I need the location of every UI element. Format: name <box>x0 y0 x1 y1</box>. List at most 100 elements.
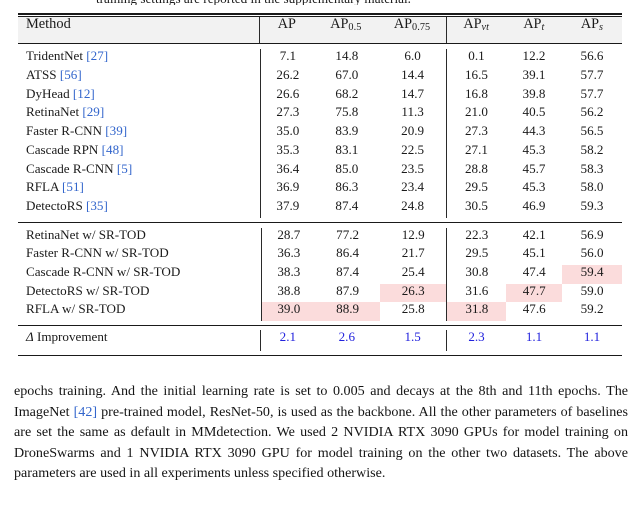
cell-ap: 36.4 <box>260 161 315 181</box>
column-header-apvt-sub: vt <box>481 22 490 34</box>
method-citation[interactable]: [27] <box>86 48 108 63</box>
column-header-ap75-label: AP <box>393 16 412 33</box>
cell-method: Cascade RPN [48] <box>18 142 261 162</box>
body-paragraph: epochs training. And the initial learnin… <box>14 381 628 484</box>
cell-aps: 57.7 <box>580 67 604 83</box>
improvement-group: Δ Improvement 2.1 2.6 1.5 2.3 1.1 1.1 <box>18 326 622 355</box>
cell-improvement-ap50: 2.6 <box>338 329 355 345</box>
table-row: RetinaNet w/ SR-TOD 28.7 77.2 12.9 22.3 42.1 5… <box>18 226 622 247</box>
cell-ap50: 87.4 <box>336 264 360 280</box>
cell-ap: 35.3 <box>260 142 315 162</box>
improvement-row: Δ Improvement 2.1 2.6 1.5 2.3 1.1 1.1 <box>18 329 622 352</box>
cell-method: Faster R-CNN w/ SR-TOD <box>18 246 262 265</box>
cell-ap: 36.3 <box>261 246 316 266</box>
cell-ap75: 21.7 <box>401 245 425 261</box>
cell-ap50: 83.1 <box>335 141 359 157</box>
method-citation[interactable]: [12] <box>73 86 95 101</box>
cell-ap50: 77.2 <box>336 226 360 242</box>
clipped-caption-sliver: training settings are reported in the su… <box>96 0 556 5</box>
method-citation[interactable]: [39] <box>105 123 127 138</box>
table-row: Faster R-CNN w/ SR-TOD 36.3 86.4 21.7 29.5 45… <box>18 245 622 266</box>
column-header-apvt-label: AP <box>463 16 482 33</box>
results-table: Method AP AP0.5 AP0.75 APvt APt APs <box>18 16 622 44</box>
cell-aps: 58.2 <box>580 141 604 157</box>
column-header-ap50-label: AP <box>330 16 349 33</box>
cell-improvement-aps: 1.1 <box>583 329 601 345</box>
baselines-group: TridentNet [27] 7.1 14.8 6.0 0.1 12.2 56.6 ATSS… <box>18 44 622 221</box>
cell-aps: 56.5 <box>580 123 604 139</box>
cell-apt: 42.1 <box>522 226 546 242</box>
cell-aps: 59.0 <box>580 282 604 298</box>
method-name: DyHead <box>26 85 70 101</box>
cell-apvt: 30.8 <box>446 265 507 284</box>
method-citation[interactable]: [5] <box>117 161 132 176</box>
cell-ap75: 25.8 <box>401 301 425 317</box>
table-row: Cascade R-CNN w/ SR-TOD 38.3 87.4 25.4 30.8 4… <box>18 265 622 284</box>
cell-apt: 45.7 <box>522 160 546 176</box>
table-row: RFLA [51] 36.9 86.3 23.4 29.5 45.3 58.0 <box>18 180 622 199</box>
method-citation[interactable]: [56] <box>60 67 82 82</box>
cell-apvt: 21.0 <box>445 105 506 125</box>
method-name: DetectoRS w/ SR-TOD <box>26 282 150 298</box>
cell-ap50: 87.4 <box>335 197 359 213</box>
cell-ap50: 68.2 <box>335 85 359 101</box>
clipped-caption-text: training settings are reported in the su… <box>96 0 411 5</box>
method-name: Faster R-CNN <box>26 123 103 139</box>
table-bottom-rule <box>18 355 622 357</box>
column-header-apvt: APvt <box>445 16 506 44</box>
cell-apt: 45.3 <box>522 179 546 195</box>
cell-apt: 47.7 <box>506 283 563 303</box>
method-name: RFLA w/ SR-TOD <box>26 301 126 317</box>
cell-method: Cascade R-CNN w/ SR-TOD <box>18 265 262 284</box>
cell-ap: 38.3 <box>261 265 316 284</box>
column-header-method-label: Method <box>26 16 71 33</box>
column-header-apt-sub: t <box>541 22 545 34</box>
cell-ap50: 14.8 <box>335 48 359 64</box>
cell-apvt: 29.5 <box>445 180 506 199</box>
cell-apvt: 0.1 <box>445 49 506 69</box>
method-name: Faster R-CNN w/ SR-TOD <box>26 245 169 261</box>
cell-apvt: 27.3 <box>445 124 506 143</box>
cell-apt: 12.2 <box>522 48 546 64</box>
cell-ap: 38.8 <box>261 283 316 303</box>
cell-ap50: 85.0 <box>335 160 359 176</box>
paragraph-text: epochs training. And the initial learnin… <box>14 381 628 484</box>
cell-ap75: 25.4 <box>401 264 425 280</box>
cell-apt: 46.9 <box>522 197 546 213</box>
method-citation[interactable]: [48] <box>102 142 124 157</box>
column-header-ap: AP <box>259 17 314 44</box>
table-row: Cascade R-CNN [5] 36.4 85.0 23.5 28.8 45.7 58.… <box>18 160 622 181</box>
cell-method: RetinaNet w/ SR-TOD <box>18 227 262 247</box>
column-header-aps-sub: s <box>598 22 604 34</box>
cell-method: RFLA w/ SR-TOD <box>18 302 262 321</box>
method-name: DetectoRS <box>26 197 83 213</box>
method-citation[interactable]: [35] <box>86 198 108 213</box>
cell-method: ATSS [56] <box>18 68 261 87</box>
table-row: Faster R-CNN [39] 35.0 83.9 20.9 27.3 44.3 56.… <box>18 124 622 143</box>
cell-ap: 27.3 <box>260 105 315 125</box>
table-row: RFLA w/ SR-TOD 39.0 88.9 25.8 31.8 47.6 59.2 <box>18 301 622 322</box>
cell-method: DetectoRS w/ SR-TOD <box>18 282 262 303</box>
method-citation[interactable]: [51] <box>62 179 84 194</box>
method-name: Cascade R-CNN <box>26 160 114 176</box>
cell-method: RetinaNet [29] <box>18 105 261 124</box>
cell-method: Cascade R-CNN [5] <box>18 160 261 181</box>
cell-improvement-ap: 2.1 <box>260 330 315 352</box>
method-name: Cascade R-CNN w/ SR-TOD <box>26 264 181 280</box>
cell-improvement-apvt: 2.3 <box>446 330 506 352</box>
column-header-method: Method <box>18 16 260 44</box>
results-table-srtod: RetinaNet w/ SR-TOD 28.7 77.2 12.9 22.3 42.1 5… <box>18 223 622 325</box>
cell-ap: 35.0 <box>260 124 315 143</box>
cell-ap: 37.9 <box>260 199 315 218</box>
cell-ap50: 67.0 <box>335 67 359 83</box>
column-header-ap50-sub: 0.5 <box>348 22 362 34</box>
cell-ap75: 23.5 <box>401 160 425 176</box>
inline-citation[interactable]: [42] <box>74 404 98 420</box>
column-header-ap50: AP0.5 <box>313 16 379 44</box>
cell-ap50: 86.4 <box>336 245 360 261</box>
cell-apvt: 16.5 <box>445 68 506 87</box>
cell-ap: 36.9 <box>260 180 315 199</box>
table-row: Cascade RPN [48] 35.3 83.1 22.5 27.1 45.3 58.2 <box>18 141 622 162</box>
column-header-ap75-sub: 0.75 <box>411 22 431 34</box>
method-citation[interactable]: [29] <box>82 104 104 119</box>
